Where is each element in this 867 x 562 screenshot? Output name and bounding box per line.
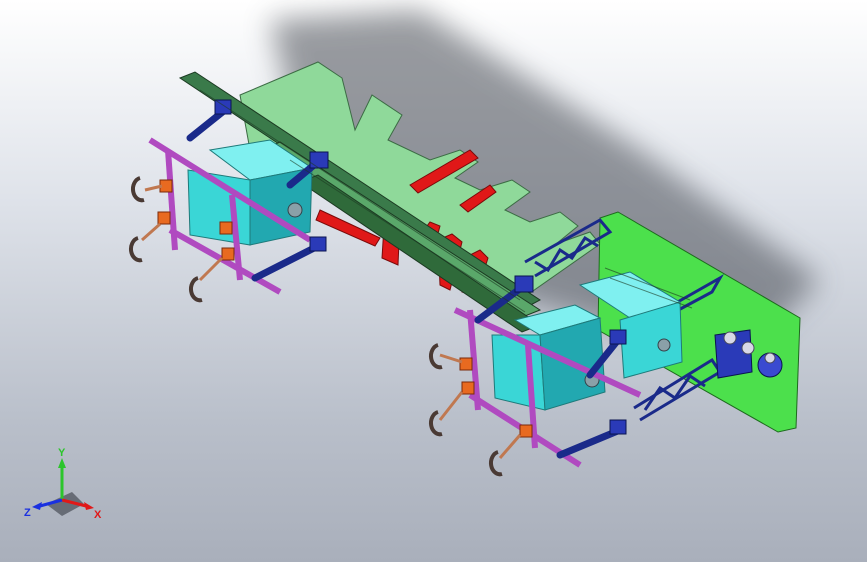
z-axis-label: Z — [24, 507, 31, 519]
orientation-triad[interactable]: Y X Z — [22, 446, 112, 526]
x-axis-label: X — [94, 509, 102, 521]
z-axis-arrow-icon — [32, 502, 42, 510]
assembly-model[interactable] — [0, 0, 867, 562]
x-axis-arrow-icon — [84, 502, 94, 510]
y-axis-arrow-icon — [58, 458, 66, 468]
y-axis-label: Y — [58, 447, 66, 459]
cad-viewport[interactable]: Y X Z — [0, 0, 867, 562]
